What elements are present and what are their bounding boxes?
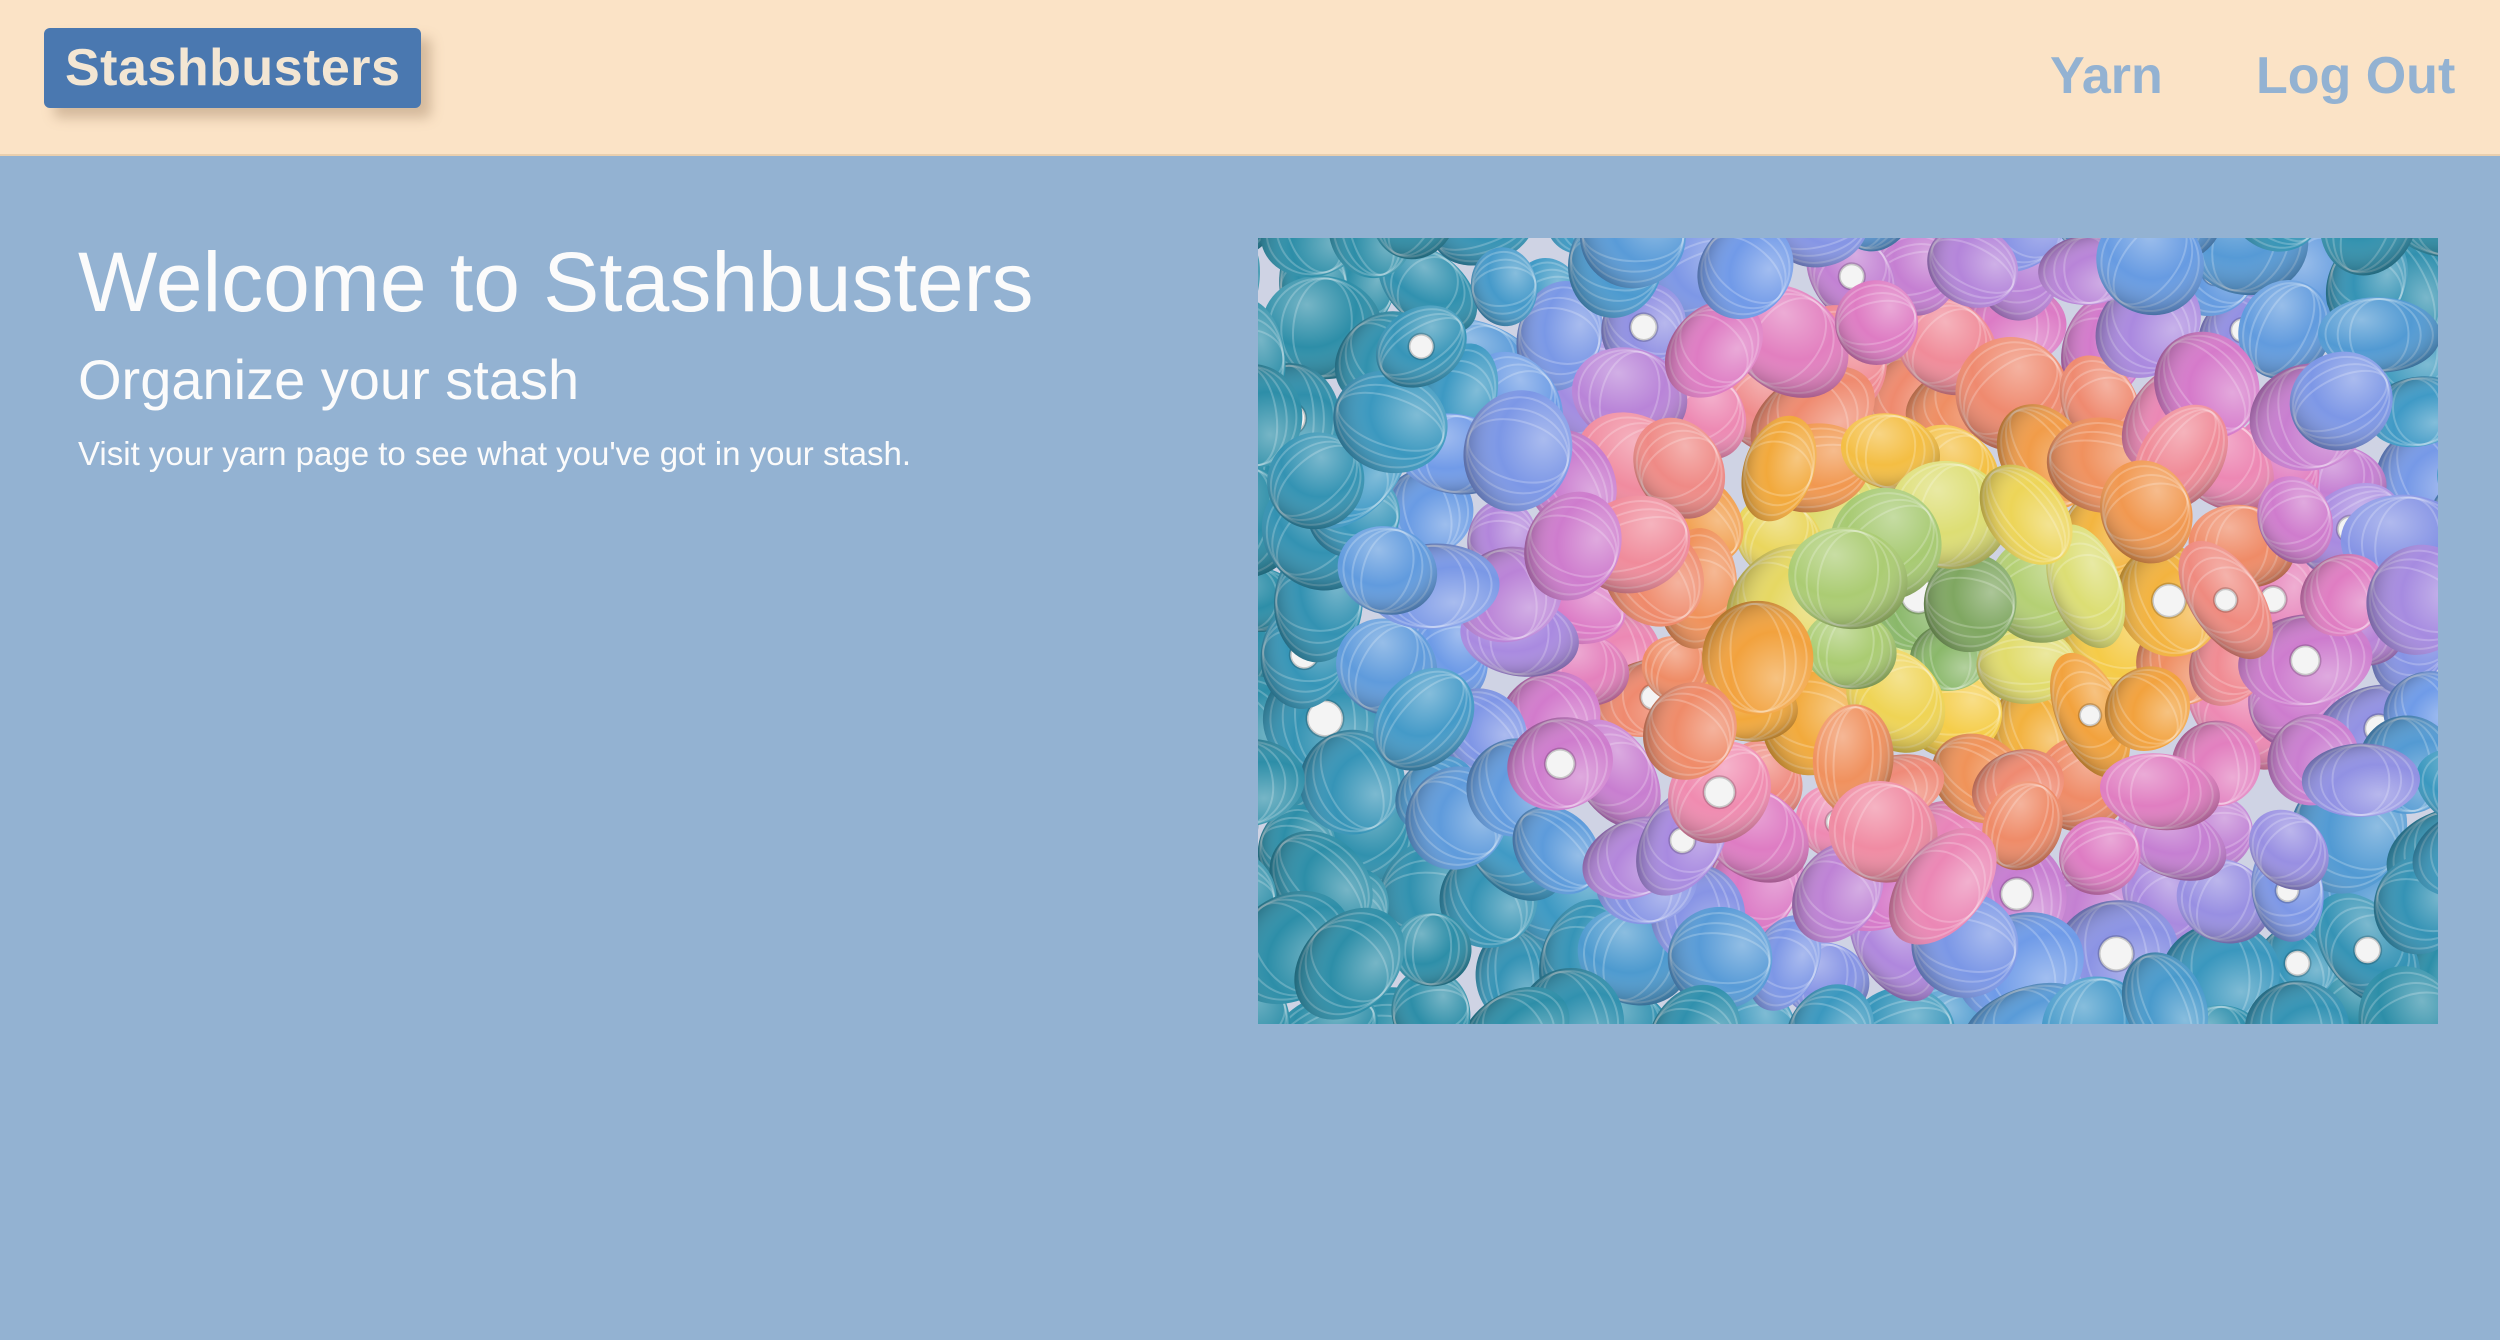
intro-text: Visit your yarn page to see what you've … xyxy=(78,435,911,472)
page-title: Welcome to Stashbusters xyxy=(78,235,1034,329)
page-subtitle: Organize your stash xyxy=(78,348,580,411)
top-navigation-bar: Stashbusters Yarn Log Out xyxy=(0,0,2500,156)
stashbusters-home-link[interactable]: Stashbusters xyxy=(44,28,422,108)
colorful-yarn-balls-illustration xyxy=(1258,238,2438,1024)
nav-yarn-link[interactable]: Yarn xyxy=(2050,40,2163,112)
yarn-stash-image xyxy=(1258,238,2438,1024)
log-out-link[interactable]: Log Out xyxy=(2256,40,2455,112)
